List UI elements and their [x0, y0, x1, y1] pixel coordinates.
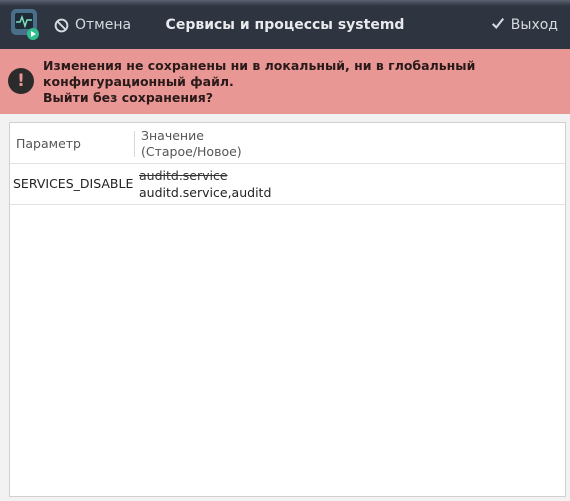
- content-area: Параметр Значение (Старое/Новое) SERVICE…: [0, 114, 570, 501]
- window-title: Сервисы и процессы systemd: [165, 17, 405, 33]
- column-header-param[interactable]: Параметр: [16, 136, 81, 151]
- column-header-value[interactable]: Значение (Старое/Новое): [141, 128, 242, 160]
- column-separator: [134, 131, 135, 157]
- exit-button[interactable]: Выход: [491, 14, 558, 36]
- warning-line-1: Изменения не сохранены ни в локальный, н…: [43, 58, 476, 89]
- column-header-value-line1: Значение: [141, 128, 204, 143]
- table-row[interactable]: SERVICES_DISABLE auditd.service auditd.s…: [10, 164, 565, 205]
- row-new-value: auditd.service,auditd: [139, 185, 272, 200]
- unsaved-warning-banner: ! Изменения не сохранены ни в локальный,…: [0, 49, 570, 115]
- warning-message: Изменения не сохранены ни в локальный, н…: [43, 58, 558, 106]
- exit-label: Выход: [510, 17, 558, 33]
- changes-table: Параметр Значение (Старое/Новое) SERVICE…: [9, 122, 566, 497]
- row-old-value: auditd.service: [139, 168, 228, 183]
- check-icon: [491, 16, 505, 34]
- table-header: Параметр Значение (Старое/Новое): [10, 123, 565, 164]
- exclamation-icon: !: [8, 68, 34, 94]
- background-strip: [0, 0, 570, 6]
- column-header-value-line2: (Старое/Новое): [141, 144, 242, 159]
- row-param: SERVICES_DISABLE: [13, 176, 134, 191]
- title-bar: Отмена Сервисы и процессы systemd Выход: [0, 0, 570, 49]
- warning-line-2: Выйти без сохранения?: [43, 90, 213, 105]
